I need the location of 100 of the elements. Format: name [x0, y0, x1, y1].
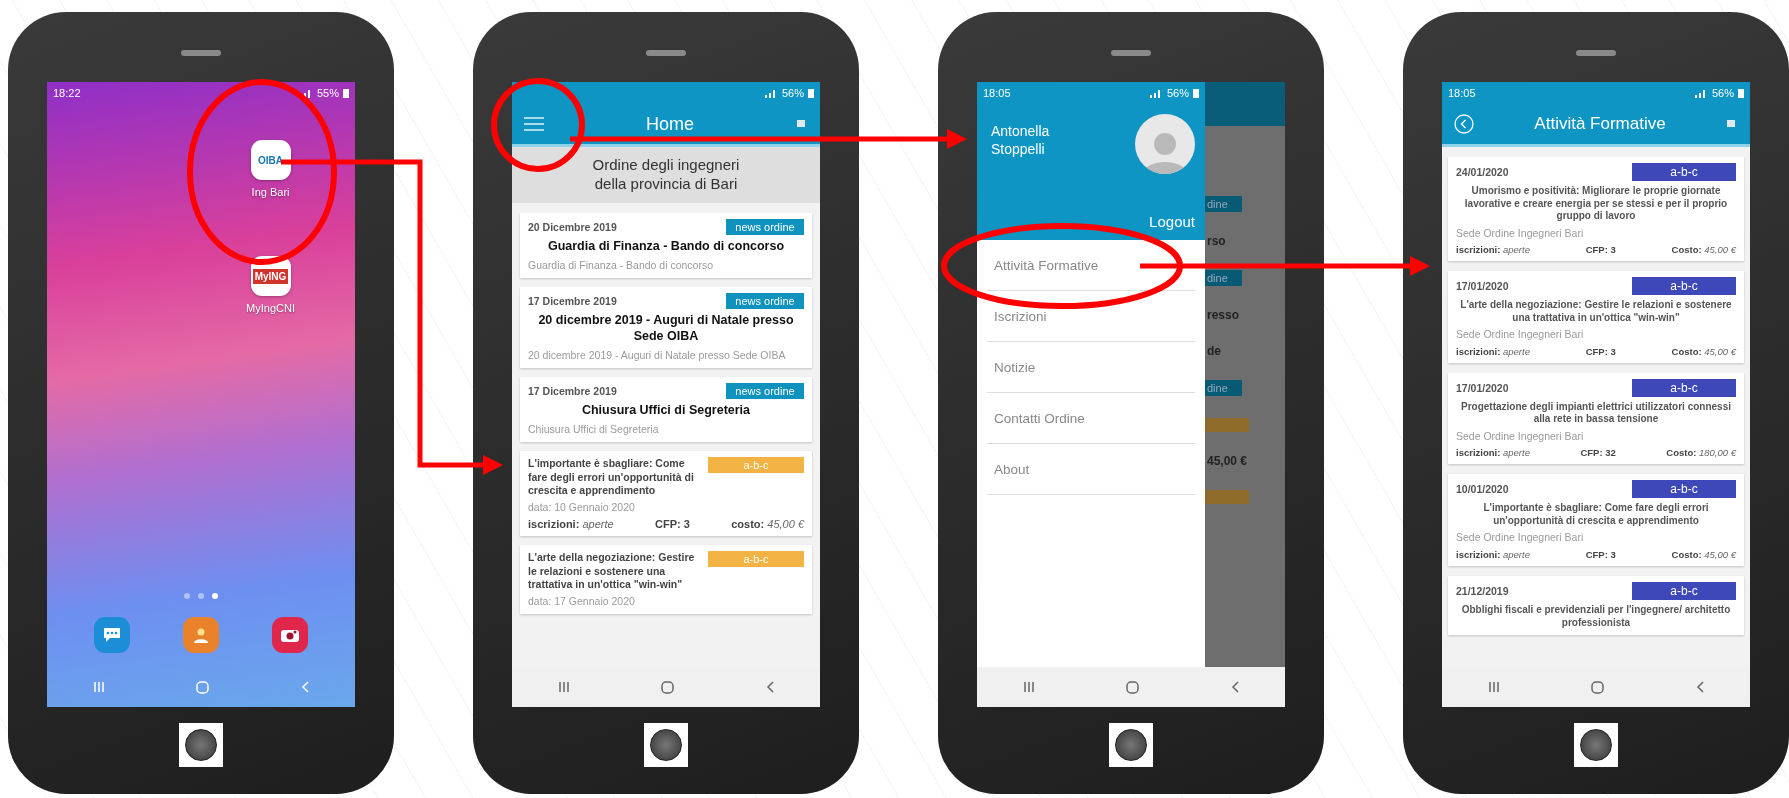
category-tag: a-b-c: [1632, 582, 1736, 601]
course-cost: Costo: 45,00 €: [1671, 244, 1736, 256]
news-title: Chiusura Uffici di Segreteria: [580, 403, 752, 419]
battery-icon: [1193, 88, 1199, 98]
status-time: 18:05: [1448, 87, 1476, 99]
battery-level: 56%: [1711, 87, 1734, 99]
battery-level: 56%: [1166, 87, 1189, 99]
recent-apps-icon[interactable]: [1487, 681, 1500, 693]
app-icon[interactable]: OIBA: [250, 140, 291, 180]
cfp-credits: CFP: 32: [1580, 447, 1616, 459]
app-label: Ing Bari: [251, 186, 290, 198]
drawer-menu-item[interactable]: Contatti Ordine: [987, 393, 1195, 444]
back-icon[interactable]: [1696, 681, 1705, 693]
category-tag: a-b-c: [1632, 378, 1736, 397]
battery-level: 56%: [781, 87, 804, 99]
course-title: L'importante è sbagliare: Come fare degli errori un'opportunità di crescita e apprendimento: [1482, 502, 1710, 528]
dimmed-text: rso: [1206, 234, 1226, 248]
course-title: L'importante è sbagliare: Come fare degli errori un'opportunità di crescita e apprendimento: [528, 457, 695, 497]
dimmed-tag: dine: [1205, 270, 1242, 286]
back-icon[interactable]: [1231, 681, 1240, 693]
course-date: 21/12/2019: [1456, 585, 1509, 598]
dimmed-text: 45,00 €: [1206, 454, 1248, 468]
course-cost: Costo: 180,00 €: [1666, 447, 1736, 459]
course-date: data: 17 Gennaio 2020: [528, 594, 636, 609]
contacts-app-icon[interactable]: [183, 617, 219, 653]
status-time: 18:05: [983, 87, 1011, 99]
drawer-menu-item[interactable]: About: [987, 444, 1195, 495]
drawer-menu-item[interactable]: Notizie: [987, 342, 1195, 393]
cfp-credits: CFP: 3: [1585, 244, 1616, 256]
course-location: Sede Ordine Ingegneri Bari: [1456, 226, 1585, 241]
news-card[interactable]: 20 Dicembre 2019 news ordine Guardia di Finanza - Bando di concorso Guardia di Finanza - Bando di concorso: [520, 213, 812, 279]
cfp-credits: CFP: 3: [1585, 549, 1616, 561]
cfp-credits: CFP: 3: [655, 518, 690, 531]
news-date: 17 Dicembre 2019: [528, 295, 617, 308]
course-card[interactable]: L'importante è sbagliare: Come fare degli errori un'opportunità di crescita e apprendimento a-b-c data: 10 Gennaio 2020 iscrizioni: aperte CFP: 3 costo: 45,00 €: [520, 451, 812, 537]
news-summary: 20 dicembre 2019 - Auguri di Natale presso Sede OIBA: [528, 348, 787, 363]
home-icon[interactable]: [661, 680, 675, 694]
category-tag: news ordine: [726, 219, 804, 235]
camera-app-icon[interactable]: [272, 617, 309, 653]
messages-app-icon[interactable]: [93, 617, 130, 653]
category-tag: a-b-c: [1632, 277, 1736, 296]
avatar-placeholder: [1135, 114, 1195, 174]
course-card[interactable]: 17/01/2020 a-b-c L'arte della negoziazione: Gestire le relazioni e sostenere una trattativa in un'ottica "win-win" Sede Ordine Ingegneri Bari iscrizioni: aperte CFP: 3 Costo: 45,00 €: [1448, 271, 1744, 363]
news-date: 20 Dicembre 2019: [528, 221, 617, 233]
battery-icon: [343, 88, 349, 98]
dimmed-text: de: [1206, 344, 1221, 358]
category-tag: a-b-c: [1632, 163, 1736, 181]
app-label: MyIngCNI: [246, 302, 295, 314]
news-summary: Chiusura Uffici di Segreteria: [528, 422, 660, 437]
recent-apps-icon[interactable]: [557, 681, 570, 693]
signup-status: iscrizioni: aperte: [1456, 345, 1530, 357]
news-summary: Guardia di Finanza - Bando di concorso: [528, 258, 715, 273]
course-card[interactable]: L'arte della negoziazione: Gestire le relazioni e sostenere una trattativa in un'ottica "win-win" a-b-c data: 17 Gennaio 2020: [520, 545, 812, 615]
menu-icon[interactable]: [524, 116, 544, 132]
news-card[interactable]: 17 Dicembre 2019 news ordine 20 dicembre 2019 - Auguri di Natale presso Sede OIBA 20 dicembre 2019 - Auguri di Natale presso Sede OIBA: [520, 287, 812, 369]
course-title: Progettazione degli impianti elettrici utilizzatori connessi alla rete in bassa tensione: [1459, 400, 1732, 426]
recent-apps-icon[interactable]: [92, 681, 105, 693]
course-card[interactable]: [1448, 157, 1744, 262]
signal-icon: [763, 88, 778, 98]
category-tag: news ordine: [726, 383, 804, 400]
course-cost: Costo: 45,00 €: [1671, 549, 1736, 561]
page-dot[interactable]: [212, 593, 218, 599]
course-card[interactable]: 10/01/2020 a-b-c L'importante è sbagliare: Come fare degli errori un'opportunità di crescita e apprendimento Sede Ordine Ingegneri Bari iscrizioni: aperte CFP: 3 Costo: 45,00 €: [1448, 474, 1744, 567]
course-date: 24/01/2020: [1456, 166, 1509, 178]
signal-icon: [1693, 88, 1708, 98]
news-card[interactable]: 17 Dicembre 2019 news ordine Chiusura Uffici di Segreteria Chiusura Uffici di Segreteria: [520, 377, 812, 443]
dimmed-tag: dine: [1205, 196, 1242, 212]
course-card[interactable]: 21/12/2019 a-b-c Obblighi fiscali e previdenziali per l'ingegnere/ architetto professionista: [1448, 576, 1744, 636]
course-title: L'arte della negoziazione: Gestire le relazioni e sostenere una trattativa in un'ottica "win-win": [528, 551, 696, 591]
category-tag: a-b-c: [1632, 480, 1736, 499]
home-icon[interactable]: [1591, 680, 1605, 694]
course-location: Sede Ordine Ingegneri Bari: [1456, 429, 1585, 444]
course-cost: Costo: 45,00 €: [1671, 345, 1736, 357]
category-tag: news ordine: [726, 293, 804, 310]
recent-apps-icon[interactable]: [1022, 681, 1035, 693]
status-time: 18:22: [53, 87, 81, 99]
signup-status: iscrizioni: aperte: [528, 518, 614, 531]
home-icon[interactable]: [1126, 680, 1140, 694]
course-title: Obblighi fiscali e previdenziali per l'ingegnere/ architetto professionista: [1460, 604, 1732, 630]
screen-title: Attività Formative: [1533, 114, 1667, 134]
battery-icon: [808, 88, 814, 98]
news-title: Guardia di Finanza - Bando di concorso: [546, 239, 786, 255]
category-tag: a-b-c: [708, 457, 804, 474]
course-date: 17/01/2020: [1456, 381, 1509, 394]
page-dot[interactable]: [184, 593, 190, 599]
course-title: Umorismo e positività: Migliorare le proprie giornate lavorative e creare energia per se stessi e per il proprio gruppo di lavoro: [1463, 185, 1729, 223]
signup-status: iscrizioni: aperte: [1456, 549, 1530, 561]
course-location: Sede Ordine Ingegneri Bari: [1456, 328, 1585, 342]
page-dot[interactable]: [198, 593, 204, 599]
back-icon[interactable]: [766, 681, 775, 693]
category-tag: a-b-c: [708, 551, 804, 568]
course-card[interactable]: 17/01/2020 a-b-c Progettazione degli impianti elettrici utilizzatori connessi alla rete in bassa tensione Sede Ordine Ingegneri Bari iscrizioni: aperte CFP: 32 Costo: 180,00 €: [1448, 372, 1744, 465]
drawer-menu-item[interactable]: Attività Formative: [987, 240, 1195, 291]
course-date: 10/01/2020: [1456, 483, 1509, 496]
drawer-menu-item[interactable]: Iscrizioni: [987, 291, 1195, 342]
news-date: 17 Dicembre 2019: [528, 385, 617, 398]
course-location: Sede Ordine Ingegneri Bari: [1456, 531, 1585, 546]
dimmed-tag-bar: [1205, 418, 1249, 432]
screen-title: Home: [645, 113, 695, 135]
signup-status: iscrizioni: aperte: [1456, 447, 1530, 459]
